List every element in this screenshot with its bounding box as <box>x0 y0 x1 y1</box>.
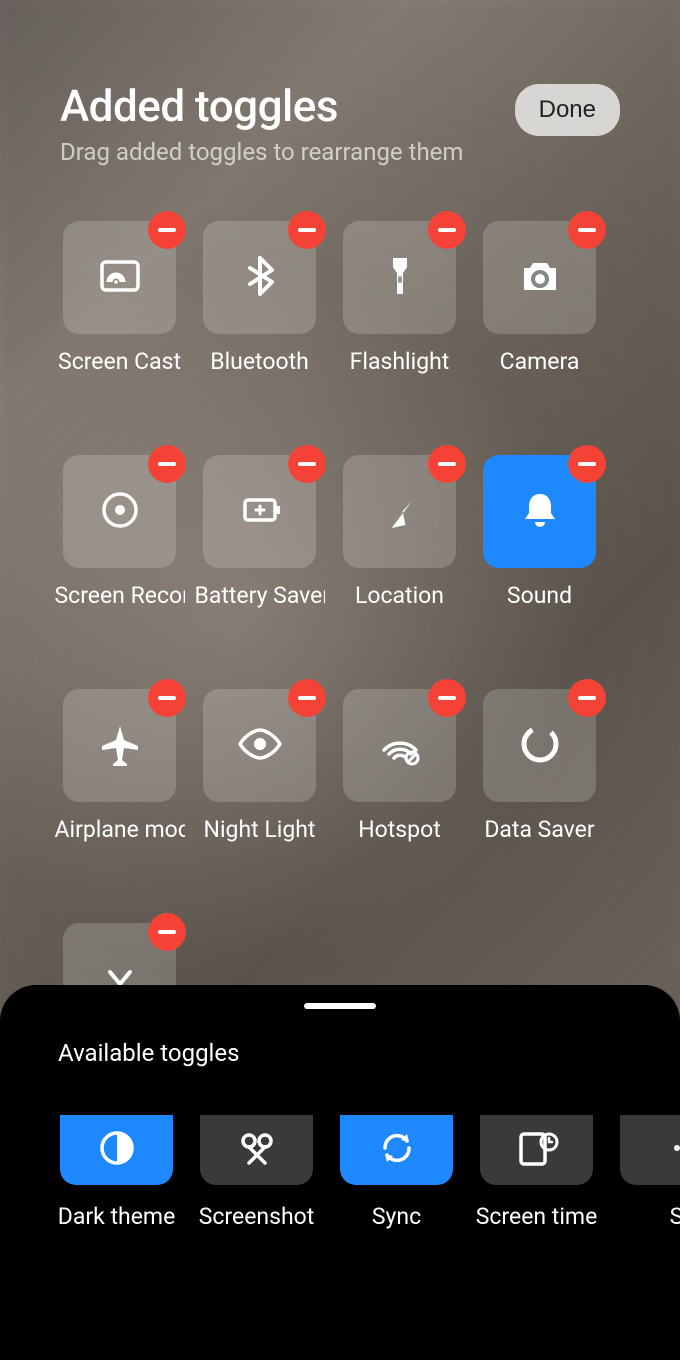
done-button[interactable]: Done <box>515 84 620 136</box>
label-screen-cast: Screen Cast <box>58 348 181 375</box>
remove-sound-button[interactable] <box>568 445 606 483</box>
remove-data-saver-button[interactable] <box>568 679 606 717</box>
remove-flashlight-button[interactable] <box>428 211 466 249</box>
tile-dark-theme[interactable] <box>60 1115 173 1185</box>
tile-screenshot[interactable] <box>200 1115 313 1185</box>
label-camera: Camera <box>500 348 580 375</box>
label-screenshot: Screenshot <box>199 1203 315 1230</box>
remove-airplane-button[interactable] <box>148 679 186 717</box>
available-toggles-row: Dark theme Screenshot Sync Screen time S <box>0 1115 680 1230</box>
available-title: Available toggles <box>0 1039 680 1067</box>
page-subtitle: Drag added toggles to rearrange them <box>60 138 463 166</box>
available-toggles-sheet[interactable]: Available toggles Dark theme Screenshot … <box>0 985 680 1360</box>
toggle-bluetooth[interactable]: Bluetooth <box>203 221 316 375</box>
remove-night-light-button[interactable] <box>288 679 326 717</box>
label-night-light: Night Light <box>204 816 316 843</box>
toggle-flashlight[interactable]: Flashlight <box>343 221 456 375</box>
toggle-hotspot[interactable]: Hotspot <box>343 689 456 843</box>
drag-handle[interactable] <box>304 1003 376 1009</box>
remove-screen-rec-button[interactable] <box>148 445 186 483</box>
toggle-battery-saver[interactable]: Battery Saver <box>203 455 316 609</box>
label-data-saver: Data Saver <box>484 816 594 843</box>
available-dark-theme[interactable]: Dark theme <box>60 1115 173 1230</box>
label-battery-saver: Battery Saver <box>195 582 325 609</box>
camera-icon <box>516 252 564 304</box>
toggle-sound[interactable]: Sound <box>483 455 596 609</box>
more-icon <box>653 1124 680 1176</box>
remove-screen-cast-button[interactable] <box>148 211 186 249</box>
label-bluetooth: Bluetooth <box>210 348 309 375</box>
header: Added toggles Drag added toggles to rear… <box>0 80 680 166</box>
available-more[interactable]: S <box>620 1115 680 1230</box>
tile-more[interactable] <box>620 1115 680 1185</box>
label-sync: Sync <box>372 1203 421 1230</box>
hotspot-icon <box>376 720 424 772</box>
tile-sync[interactable] <box>340 1115 453 1185</box>
tile-airplane[interactable] <box>63 689 176 802</box>
label-screen-time: Screen time <box>476 1203 598 1230</box>
label-screen-rec: Screen Recorder <box>55 582 185 609</box>
airplane-icon <box>96 720 144 772</box>
sync-icon <box>373 1124 421 1176</box>
remove-camera-button[interactable] <box>568 211 606 249</box>
screenshot-icon <box>233 1124 281 1176</box>
toggle-location[interactable]: Location <box>343 455 456 609</box>
available-screen-time[interactable]: Screen time <box>480 1115 593 1230</box>
label-sound: Sound <box>507 582 572 609</box>
eye-icon <box>236 720 284 772</box>
datasaver-icon <box>516 720 564 772</box>
available-sync[interactable]: Sync <box>340 1115 453 1230</box>
bell-icon <box>516 486 564 538</box>
toggle-night-light[interactable]: Night Light <box>203 689 316 843</box>
label-dark-theme: Dark theme <box>58 1203 176 1230</box>
toggle-airplane[interactable]: Airplane mode <box>63 689 176 843</box>
tile-screen-time[interactable] <box>480 1115 593 1185</box>
tile-location[interactable] <box>343 455 456 568</box>
available-screenshot[interactable]: Screenshot <box>200 1115 313 1230</box>
toggle-camera[interactable]: Camera <box>483 221 596 375</box>
tile-data-saver[interactable] <box>483 689 596 802</box>
bluetooth-icon <box>236 252 284 304</box>
tile-flashlight[interactable] <box>343 221 456 334</box>
tile-sound[interactable] <box>483 455 596 568</box>
tile-screen-cast[interactable] <box>63 221 176 334</box>
remove-location-button[interactable] <box>428 445 466 483</box>
toggle-screen-cast[interactable]: Screen Cast <box>63 221 176 375</box>
tile-camera[interactable] <box>483 221 596 334</box>
cast-icon <box>96 252 144 304</box>
label-airplane: Airplane mode <box>55 816 185 843</box>
toggle-data-saver[interactable]: Data Saver <box>483 689 596 843</box>
location-icon <box>376 486 424 538</box>
label-location: Location <box>355 582 444 609</box>
label-hotspot: Hotspot <box>358 816 440 843</box>
remove-bluetooth-button[interactable] <box>288 211 326 249</box>
screentime-icon <box>513 1124 561 1176</box>
remove-hotspot-button[interactable] <box>428 679 466 717</box>
page-title: Added toggles <box>60 80 463 132</box>
added-toggles-grid: Screen Cast Bluetooth Flashlight Camera … <box>0 221 680 1077</box>
label-more: S <box>670 1203 680 1230</box>
tile-night-light[interactable] <box>203 689 316 802</box>
remove-system-short-button[interactable] <box>148 913 186 951</box>
flashlight-icon <box>376 252 424 304</box>
record-icon <box>96 486 144 538</box>
tile-screen-rec[interactable] <box>63 455 176 568</box>
toggle-screen-rec[interactable]: Screen Recorder <box>63 455 176 609</box>
remove-battery-saver-button[interactable] <box>288 445 326 483</box>
battery-icon <box>236 486 284 538</box>
label-flashlight: Flashlight <box>350 348 450 375</box>
tile-hotspot[interactable] <box>343 689 456 802</box>
darktheme-icon <box>93 1124 141 1176</box>
tile-battery-saver[interactable] <box>203 455 316 568</box>
tile-bluetooth[interactable] <box>203 221 316 334</box>
